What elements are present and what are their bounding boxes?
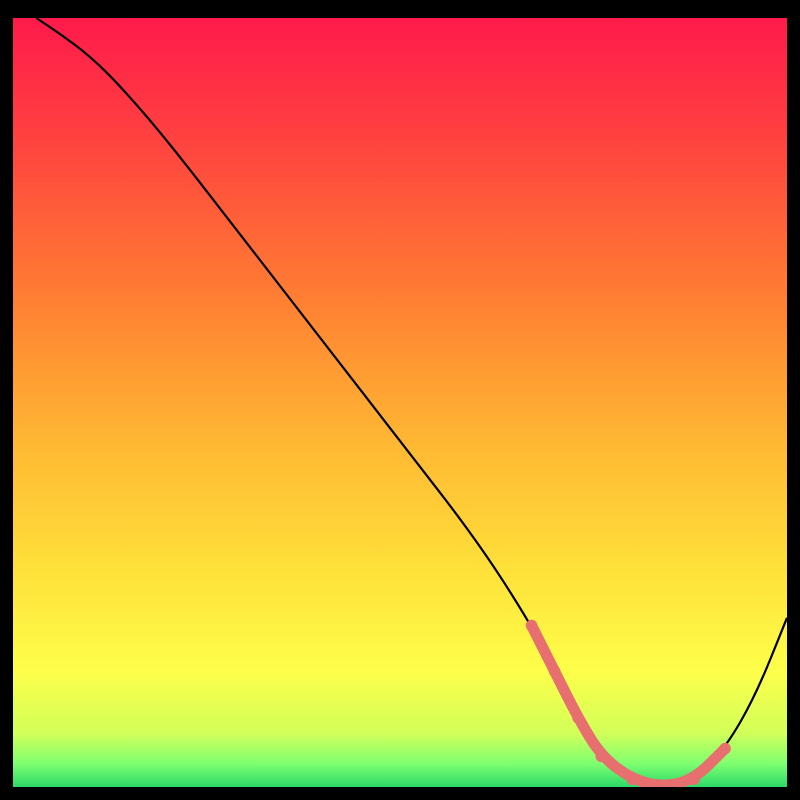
highlight-dot: [572, 712, 584, 724]
highlight-dot: [626, 774, 638, 786]
highlight-dot: [549, 666, 561, 678]
bottleneck-chart: [13, 18, 787, 787]
chart-frame: TheBottleneck.com: [13, 18, 787, 787]
highlight-dot: [688, 774, 700, 786]
highlight-dot: [526, 620, 538, 632]
gradient-background: [13, 18, 787, 787]
highlight-dot: [595, 750, 607, 762]
highlight-dot: [719, 743, 731, 755]
